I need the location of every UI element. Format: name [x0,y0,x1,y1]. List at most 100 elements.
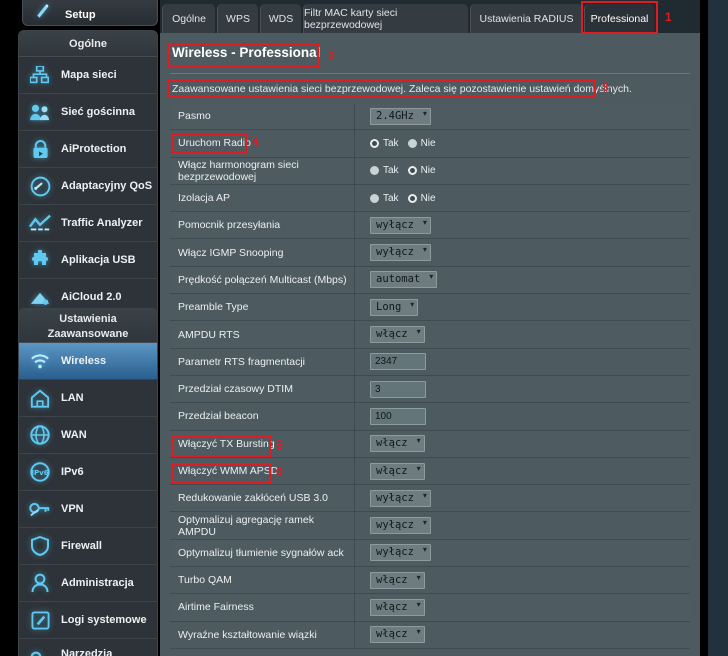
settings-row: Optymalizuj tłumienie sygnałów ack wyłącz [170,539,690,568]
sidebar-item-traffic-analyzer-label: Traffic Analyzer [61,216,143,229]
row-label-wlacz-igmp-snooping: Włącz IGMP Snooping [170,239,355,266]
sidebar-item-narzedzia-sieciowe[interactable]: Narzędzia sieciowe [19,639,157,656]
radio-uruchom-radio-nie[interactable]: Nie [407,138,436,149]
select-predkosc-polacze-multicast-mbps[interactable]: automat [370,271,438,289]
select-redukowanie-zakloce-usb-3-0[interactable]: wyłącz [370,489,431,507]
radio-wlacz-harmonogram-sieci-bezprzewodowej-tak[interactable]: Tak [370,165,399,176]
speedometer-icon [19,168,61,205]
select-wlacz-igmp-snooping[interactable]: wyłącz [370,244,431,262]
row-control: wyłącz [355,216,690,234]
select-wrapper: włącz [370,326,425,344]
input-parametr-rts-fragmentacji[interactable] [370,353,426,371]
tab-wps[interactable]: WPS [217,4,259,34]
globe-icon [19,417,61,454]
sidebar-item-adaptacyjny-qos[interactable]: Adaptacyjny QoS [19,168,157,205]
row-label-optymalizuj-tlumienie-sygnalow-ack: Optymalizuj tłumienie sygnałów ack [170,539,355,567]
radio-label: Nie [420,192,436,204]
sidebar-group-advanced-title: Ustawienia Zaawansowane [19,309,157,343]
row-label-pasmo: Pasmo [170,103,355,130]
row-control: wyłącz [355,517,690,535]
radio-dot [370,166,379,176]
input-przedzial-czasowy-dtim[interactable] [370,380,426,398]
radio-label: Tak [383,192,399,204]
settings-row: Prędkość połączeń Multicast (Mbps) automa… [170,266,690,295]
input-przedzial-beacon[interactable] [370,407,426,425]
tab-wds[interactable]: WDS [260,4,302,34]
radio-dot [407,193,417,203]
sidebar-item-narzedzia-line1: Narzędzia [61,648,113,656]
settings-row: AMPDU RTS włącz [170,321,690,349]
panel-edge-gap [700,0,708,656]
sidebar-item-mapa-sieci[interactable]: Mapa sieci [19,57,157,94]
settings-row: Preamble Type Long [170,294,690,322]
sidebar-item-siec-goscinna-label: Sieć gościnna [61,105,135,118]
sidebar-item-traffic-analyzer[interactable]: Traffic Analyzer [19,205,157,242]
row-label-preamble-type: Preamble Type [170,294,355,321]
select-wlaczyc-wmm-apsd[interactable]: włącz [370,462,425,480]
radio-wlacz-harmonogram-sieci-bezprzewodowej-nie[interactable]: Nie [407,165,436,176]
select-wrapper: wyłącz [370,216,431,234]
sidebar-item-aplikacja-usb-label: Aplikacja USB [61,253,136,266]
puzzle-icon [19,242,61,279]
row-label-ampdu-rts: AMPDU RTS [170,321,355,348]
radio-uruchom-radio-tak[interactable]: Tak [370,138,399,149]
select-pomocnik-przesylania[interactable]: wyłącz [370,216,431,234]
select-optymalizuj-agregacje-ramek-ampdu[interactable]: wyłącz [370,517,431,535]
settings-row: Redukowanie zakłóceń USB 3.0 wyłącz [170,485,690,513]
sidebar-item-logi-systemowe[interactable]: Logi systemowe [19,602,157,639]
sidebar-group-general-title: Ogólne [19,31,157,57]
sidebar-item-aplikacja-usb[interactable]: Aplikacja USB [19,242,157,279]
settings-row: Uruchom Radio Tak Nie [170,130,690,158]
settings-row: Włącz IGMP Snooping wyłącz [170,239,690,267]
radio-label: Tak [383,165,399,177]
sidebar-item-vpn[interactable]: VPN [19,491,157,528]
sidebar-item-firewall[interactable]: Firewall [19,528,157,565]
select-airtime-fairness[interactable]: włącz [370,598,425,616]
radio-group-wlacz-harmonogram-sieci-bezprzewodowej: Tak Nie [370,165,436,176]
sidebar-group-advanced-title-line1: Ustawienia [59,313,117,325]
select-turbo-qam[interactable]: włącz [370,571,425,589]
sidebar-item-setup-label: Setup [65,9,96,21]
radio-izolacja-ap-nie[interactable]: Nie [407,192,436,204]
row-control: Tak Nie [355,165,690,176]
row-label-wlaczyc-wmm-apsd: Włączyć WMM APSD [170,457,355,485]
wifi-icon [19,343,61,380]
radio-group-izolacja-ap: Tak Nie [370,193,436,204]
tab-filtr-mac[interactable]: Filtr MAC karty sieci bezprzewodowej [303,4,469,34]
sidebar-item-wan[interactable]: WAN [19,417,157,454]
row-control: automat [355,271,690,289]
sidebar-item-administracja[interactable]: Administracja [19,565,157,602]
row-label-redukowanie-zakloce-usb-3-0: Redukowanie zakłóceń USB 3.0 [170,485,355,512]
row-control: Tak Nie [355,193,690,204]
sidebar-item-wireless[interactable]: Wireless [19,343,157,380]
tab-ustawienia-radius[interactable]: Ustawienia RADIUS [470,4,583,34]
select-ampdu-rts[interactable]: włącz [370,326,425,344]
row-control: wyłącz [355,544,690,562]
sidebar-item-siec-goscinna[interactable]: Sieć gościnna [19,94,157,131]
tab-ogolne[interactable]: Ogólne [162,4,216,34]
select-optymalizuj-tlumienie-sygnalow-ack[interactable]: wyłącz [370,544,431,562]
sidebar-item-ipv6[interactable]: IPv6 IPv6 [19,454,157,491]
select-wlaczyc-tx-bursting[interactable]: włącz [370,435,425,453]
row-label-wlacz-harmonogram-sieci-bezprzewodowej: Włącz harmonogram sieci bezprzewodowej [170,157,355,184]
select-preamble-type[interactable]: Long [370,298,419,316]
settings-row: Airtime Fairness włącz [170,594,690,622]
radio-izolacja-ap-tak[interactable]: Tak [370,193,399,204]
wrench-icon [19,643,61,656]
settings-row: Przedział czasowy DTIM [170,375,690,404]
radio-label: Tak [383,137,399,149]
radio-dot [407,138,417,148]
sidebar-group-general: Ogólne Mapa sieci Sieć gościnna AiProtec… [18,30,158,317]
radio-dot [370,193,379,203]
sidebar-item-mapa-sieci-label: Mapa sieci [61,68,117,81]
sidebar-item-ipv6-label: IPv6 [61,465,84,478]
sidebar-item-aiprotection[interactable]: AiProtection [19,131,157,168]
row-label-parametr-rts-fragmentacji: Parametr RTS fragmentacji [170,348,355,375]
sidebar-item-setup[interactable]: Setup [22,0,158,26]
sidebar-item-lan[interactable]: LAN [19,380,157,417]
sidebar-item-adaptacyjny-qos-label: Adaptacyjny QoS [61,179,153,192]
select-wyrazne-ksztaltowanie-wiazki[interactable]: włącz [370,626,425,644]
row-control: włącz [355,462,690,480]
select-pasmo[interactable]: 2.4GHz [370,107,431,125]
tab-professional[interactable]: Professional [584,4,655,34]
